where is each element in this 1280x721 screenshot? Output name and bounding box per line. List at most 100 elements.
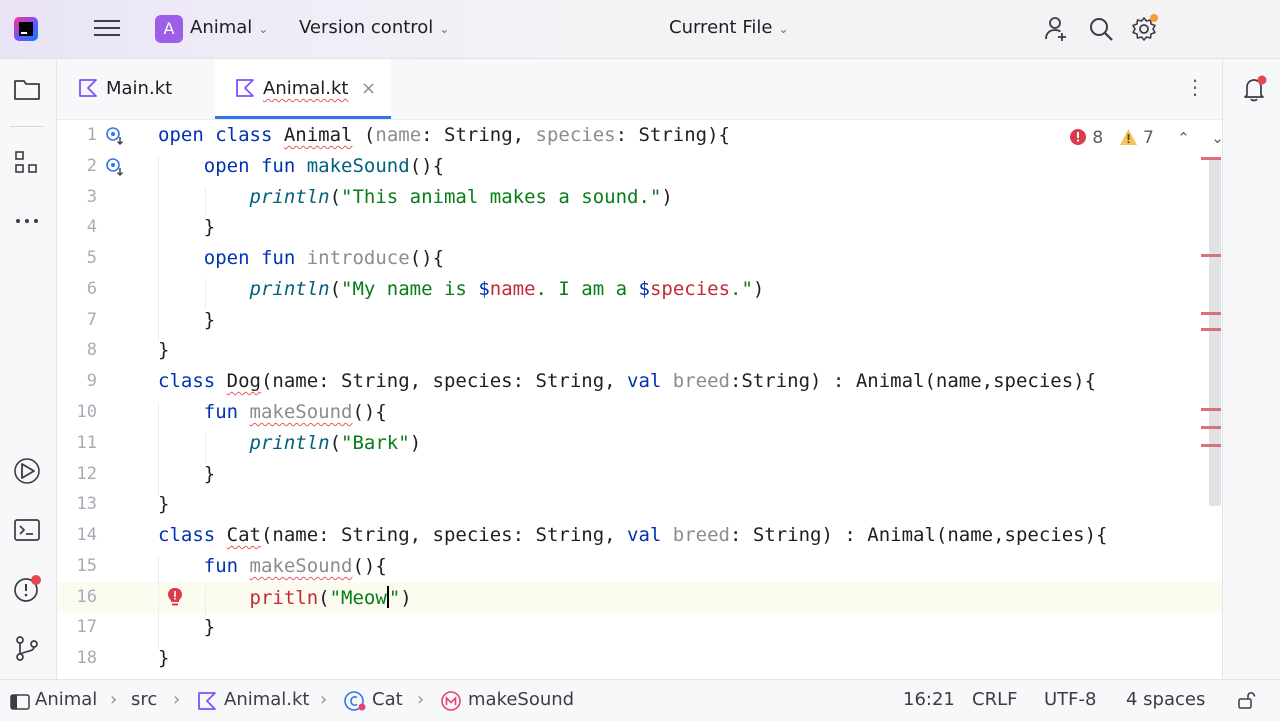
line-number: 12: [76, 464, 97, 484]
code-line-12: }: [158, 463, 216, 485]
search-icon[interactable]: [1086, 14, 1116, 44]
code-line-11: println("Bark"): [249, 432, 422, 454]
error-stripe-marker[interactable]: [1201, 408, 1221, 411]
chevron-right-icon: ›: [417, 689, 425, 710]
tab-label: Main.kt: [106, 78, 173, 99]
tab-animal-kt[interactable]: Animal.kt ×: [215, 59, 391, 119]
run-icon[interactable]: [12, 456, 42, 486]
caret-position[interactable]: 16:21: [903, 689, 955, 710]
kotlin-file-icon: [79, 79, 97, 97]
previous-problem-icon[interactable]: ⌃: [1177, 129, 1190, 147]
chevron-down-icon: ⌄: [258, 22, 269, 36]
error-stripe-marker[interactable]: [1201, 312, 1221, 315]
warning-icon: [1119, 129, 1137, 145]
kotlin-file-icon: [198, 692, 216, 710]
line-number: 3: [86, 187, 97, 207]
strip-divider: [10, 126, 44, 127]
line-number: 11: [76, 433, 97, 453]
chevron-right-icon: ›: [110, 689, 118, 710]
code-editor[interactable]: 1 2 3 4 5 6 7 8 9 10 11 12 13 14 15 16 1…: [57, 120, 1224, 678]
code-line-5: open fun introduce(){: [203, 247, 445, 269]
code-line-13: }: [158, 493, 170, 515]
breadcrumb-method[interactable]: makeSound: [468, 689, 574, 710]
lock-open-icon[interactable]: [1236, 690, 1256, 710]
line-number: 4: [86, 217, 97, 237]
editor-scrollbar-thumb[interactable]: [1209, 158, 1221, 506]
code-line-15: fun makeSound(){: [203, 555, 387, 577]
vcs-selector[interactable]: Version control ⌄: [299, 17, 449, 38]
overridden-method-icon[interactable]: [105, 157, 125, 177]
indent-setting[interactable]: 4 spaces: [1126, 689, 1205, 710]
code-line-6: println("My name is $name. I am a $speci…: [249, 278, 765, 300]
error-icon: [1070, 129, 1086, 145]
problems-icon[interactable]: [12, 574, 42, 604]
code-line-1: open class Animal (name: String, species…: [158, 124, 730, 146]
close-icon[interactable]: ×: [361, 78, 376, 99]
line-ending[interactable]: CRLF: [972, 689, 1017, 710]
chevron-down-icon: ⌄: [439, 22, 450, 36]
project-selector[interactable]: Animal ⌄: [190, 17, 268, 38]
terminal-icon[interactable]: [12, 515, 42, 545]
code-line-4: }: [158, 216, 216, 238]
vcs-label: Version control: [299, 17, 434, 38]
line-number: 15: [76, 556, 97, 576]
project-badge[interactable]: A: [155, 15, 183, 43]
code-line-8: }: [158, 339, 170, 361]
breadcrumb-project[interactable]: Animal: [35, 689, 97, 710]
code-line-14: class Cat(name: String, species: String,…: [158, 524, 1108, 546]
class-icon: [344, 691, 366, 711]
breadcrumb-file[interactable]: Animal.kt: [224, 689, 310, 710]
error-count: 8: [1092, 128, 1104, 148]
line-number: 9: [86, 371, 97, 391]
notifications-icon[interactable]: [1239, 74, 1269, 104]
warning-count: 7: [1143, 128, 1154, 148]
chevron-right-icon: ›: [173, 689, 181, 710]
folder-icon[interactable]: [12, 74, 42, 104]
line-number: 17: [76, 617, 97, 637]
more-options-icon[interactable]: ⋮: [1185, 75, 1205, 99]
git-icon[interactable]: [12, 633, 42, 663]
line-number: 5: [86, 248, 97, 268]
error-stripe-marker[interactable]: [1201, 157, 1221, 160]
editor-tabs: Main.kt Animal.kt × ⋮: [57, 59, 1222, 120]
error-stripe-marker[interactable]: [1201, 426, 1221, 429]
more-tools-icon[interactable]: [12, 206, 42, 236]
error-stripe-marker[interactable]: [1201, 328, 1221, 331]
line-number: 13: [76, 494, 97, 514]
title-bar: A Animal ⌄ Version control ⌄ Current File ⌄: [0, 0, 1280, 59]
status-bar: Animal › src › Animal.kt › Cat › makeSou…: [0, 679, 1280, 721]
structure-icon[interactable]: [12, 148, 42, 178]
chevron-down-icon: ⌄: [778, 22, 789, 36]
error-stripe-marker[interactable]: [1201, 444, 1221, 447]
line-number: 14: [76, 525, 97, 545]
code-line-3: println("This animal makes a sound."): [249, 186, 673, 208]
kotlin-file-icon: [236, 79, 254, 97]
left-tool-strip: [0, 59, 57, 680]
code-line-2: open fun makeSound(){: [203, 155, 445, 177]
project-name: Animal: [190, 17, 253, 38]
line-number: 18: [76, 648, 97, 668]
line-number: 7: [86, 310, 97, 330]
run-config-selector[interactable]: Current File ⌄: [669, 17, 789, 38]
right-tool-strip: [1222, 59, 1280, 680]
next-problem-icon[interactable]: ⌄: [1211, 129, 1224, 147]
add-user-icon[interactable]: [1042, 14, 1072, 44]
overridden-method-icon[interactable]: [105, 126, 125, 146]
error-stripe-marker[interactable]: [1201, 254, 1221, 257]
line-number: 10: [76, 402, 97, 422]
ide-logo-icon[interactable]: [14, 17, 38, 41]
line-number: 1: [86, 125, 97, 145]
breadcrumb-class[interactable]: Cat: [372, 689, 403, 710]
settings-icon[interactable]: [1129, 14, 1159, 44]
method-icon: [441, 691, 461, 711]
inspection-widget[interactable]: 8 7 ⌃ ⌄: [1069, 128, 1224, 152]
tab-main-kt[interactable]: Main.kt: [57, 59, 214, 119]
file-encoding[interactable]: UTF-8: [1044, 689, 1096, 710]
hamburger-menu-icon[interactable]: [94, 17, 120, 39]
breadcrumb-src[interactable]: src: [131, 689, 157, 710]
code-line-16: pritln("Meow "): [249, 586, 412, 609]
code-line-9: class Dog(name: String, species: String,…: [158, 370, 1097, 392]
line-number: 16: [76, 587, 97, 607]
run-config-label: Current File: [669, 17, 773, 38]
tab-label: Animal.kt: [263, 78, 349, 99]
